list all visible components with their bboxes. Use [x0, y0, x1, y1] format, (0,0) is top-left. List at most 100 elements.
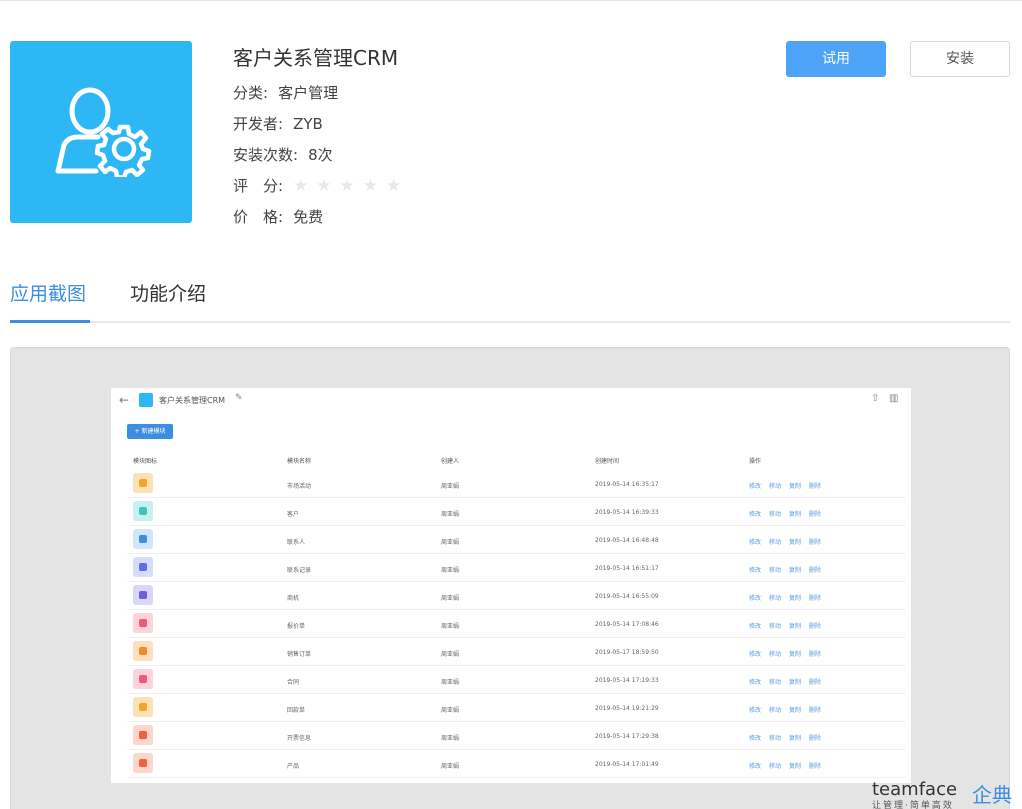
action-link: 复制: [789, 707, 802, 714]
module-creator: 周亚娟: [441, 679, 460, 686]
watermark-brand: teamface: [872, 779, 958, 800]
module-name: 联系人: [287, 539, 306, 546]
action-link: 删除: [809, 679, 822, 686]
col-header: 创建时间: [595, 458, 620, 465]
try-button[interactable]: 试用: [786, 41, 886, 77]
module-created-time: 2019-05-14 17:08:46: [595, 621, 659, 628]
action-link: 移动: [769, 651, 782, 658]
install-button[interactable]: 安装: [910, 41, 1010, 77]
table-row: 市场活动 周亚娟 2019-05-14 16:35:17 修改 移动 复制 删除: [127, 470, 905, 498]
module-created-time: 2019-05-17 18:59:50: [595, 649, 659, 656]
col-header: 操作: [749, 458, 762, 465]
screenshot-header: ← 客户关系管理CRM ✎ ⇧ ▥: [111, 388, 911, 414]
module-glyph-icon: [139, 703, 147, 711]
price-row: 价 格: 免费: [233, 206, 323, 228]
back-arrow-icon: ←: [119, 393, 130, 407]
rating-label: 评 分:: [233, 177, 284, 195]
trash-icon: ▥: [889, 393, 899, 404]
rating-stars: ★★★★★: [293, 176, 410, 196]
module-name: 客户: [287, 511, 300, 518]
module-name: 销售订单: [287, 651, 312, 658]
module-glyph-icon: [139, 619, 147, 627]
action-link: 移动: [769, 707, 782, 714]
installs-label: 安装次数:: [233, 146, 299, 164]
action-link: 复制: [789, 679, 802, 686]
action-link: 复制: [789, 567, 802, 574]
module-created-time: 2019-05-14 17:29:38: [595, 733, 659, 740]
module-name: 联系记录: [287, 567, 312, 574]
action-link: 修改: [749, 623, 762, 630]
module-icon: [133, 557, 153, 577]
module-icon: [133, 641, 153, 661]
module-glyph-icon: [139, 563, 147, 571]
action-link: 复制: [789, 483, 802, 490]
module-glyph-icon: [139, 759, 147, 767]
app-detail-page: 客户关系管理CRM 分类: 客户管理 开发者: ZYB 安装次数: 8次 评 分: ★★…: [0, 0, 1022, 809]
module-actions: 修改 移动 复制 删除: [749, 733, 829, 742]
action-link: 复制: [789, 651, 802, 658]
action-link: 移动: [769, 511, 782, 518]
module-icon: [133, 697, 153, 717]
module-actions: 修改 移动 复制 删除: [749, 621, 829, 630]
module-created-time: 2019-05-14 16:39:33: [595, 509, 659, 516]
table-row: 开票信息 周亚娟 2019-05-14 17:29:38 修改 移动 复制 删除: [127, 722, 905, 750]
watermark-slogan: 让管理·简单高效: [872, 801, 954, 809]
module-created-time: 2019-05-14 19:21:29: [595, 705, 659, 712]
new-module-button: + 新建模块: [127, 424, 173, 439]
table-header: 模块图标 模块名称 创建人 创建时间 操作: [127, 450, 905, 470]
module-name: 开票信息: [287, 735, 312, 742]
module-created-time: 2019-05-14 17:01:49: [595, 761, 659, 768]
table-row: 合同 周亚娟 2019-05-14 17:19:33 修改 移动 复制 删除: [127, 666, 905, 694]
tab-screenshots[interactable]: 应用截图: [10, 280, 90, 323]
table-body: 市场活动 周亚娟 2019-05-14 16:35:17 修改 移动 复制 删除 客户 周亚娟 2…: [127, 470, 905, 778]
module-creator: 周亚娟: [441, 707, 460, 714]
rating-row: 评 分: ★★★★★: [233, 175, 409, 197]
module-icon: [133, 473, 153, 493]
price-value: 免费: [293, 208, 324, 226]
module-created-time: 2019-05-14 16:51:17: [595, 565, 659, 572]
action-link: 复制: [789, 623, 802, 630]
action-link: 移动: [769, 763, 782, 770]
module-icon: [133, 613, 153, 633]
module-glyph-icon: [139, 591, 147, 599]
module-name: 产品: [287, 763, 300, 770]
developer-row: 开发者: ZYB: [233, 113, 323, 135]
module-actions: 修改 移动 复制 删除: [749, 761, 829, 770]
action-link: 修改: [749, 651, 762, 658]
module-actions: 修改 移动 复制 删除: [749, 705, 829, 714]
module-name: 合同: [287, 679, 300, 686]
table-row: 商机 周亚娟 2019-05-14 16:55:09 修改 移动 复制 删除: [127, 582, 905, 610]
action-link: 删除: [809, 707, 822, 714]
table-row: 销售订单 周亚娟 2019-05-17 18:59:50 修改 移动 复制 删除: [127, 638, 905, 666]
action-link: 复制: [789, 763, 802, 770]
module-icon: [133, 753, 153, 773]
module-glyph-icon: [139, 479, 147, 487]
tab-introduction[interactable]: 功能介绍: [130, 280, 206, 323]
app-screenshot: ← 客户关系管理CRM ✎ ⇧ ▥ + 新建模块 模块图标 模块名称 创建人 创…: [111, 388, 911, 783]
module-name: 市场活动: [287, 483, 312, 490]
module-creator: 周亚娟: [441, 651, 460, 658]
price-label: 价 格:: [233, 208, 284, 226]
action-link: 复制: [789, 595, 802, 602]
app-title: 客户关系管理CRM: [233, 46, 399, 70]
module-actions: 修改 移动 复制 删除: [749, 649, 829, 658]
module-creator: 周亚娟: [441, 511, 460, 518]
upload-icon: ⇧: [871, 393, 880, 404]
module-created-time: 2019-05-14 17:19:33: [595, 677, 659, 684]
module-creator: 周亚娟: [441, 483, 460, 490]
category-label: 分类:: [233, 84, 269, 102]
action-link: 移动: [769, 483, 782, 490]
module-created-time: 2019-05-14 16:48:48: [595, 537, 659, 544]
module-table: 模块图标 模块名称 创建人 创建时间 操作 市场活动 周亚娟 2019-05-14 …: [127, 450, 905, 778]
module-creator: 周亚娟: [441, 623, 460, 630]
module-glyph-icon: [139, 507, 147, 515]
action-link: 修改: [749, 567, 762, 574]
action-link: 移动: [769, 623, 782, 630]
table-row: 客户 周亚娟 2019-05-14 16:39:33 修改 移动 复制 删除: [127, 498, 905, 526]
installs-value: 8次: [308, 146, 333, 164]
action-link: 删除: [809, 567, 822, 574]
col-header: 模块图标: [133, 458, 158, 465]
category-row: 分类: 客户管理: [233, 82, 338, 104]
table-row: 联系人 周亚娟 2019-05-14 16:48:48 修改 移动 复制 删除: [127, 526, 905, 554]
teamface-watermark: teamface 企典 让管理·简单高效: [870, 779, 1022, 809]
